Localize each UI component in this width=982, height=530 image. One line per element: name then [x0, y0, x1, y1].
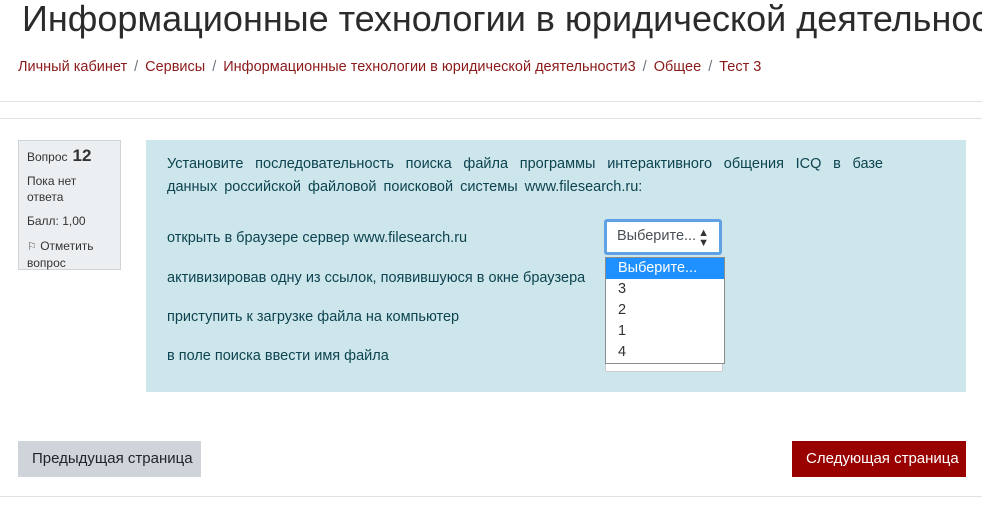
next-page-button[interactable]: Следующая страница: [792, 441, 966, 477]
dropdown-option[interactable]: 1: [606, 321, 724, 342]
dropdown-option[interactable]: 3: [606, 279, 724, 300]
order-select-dropdown: Выберите... 3 2 1 4: [605, 257, 725, 364]
question-content: Установите последовательность поиска фай…: [146, 140, 966, 392]
order-select[interactable]: Выберите... ▲ ▼: [604, 219, 722, 255]
breadcrumb-separator: /: [134, 59, 139, 75]
breadcrumb-item-course[interactable]: Информационные технологии в юридической …: [223, 59, 635, 75]
page-title: Информационные технологии в юридической …: [22, 0, 982, 39]
breadcrumb-separator: /: [212, 59, 217, 75]
breadcrumb-separator: /: [708, 59, 713, 75]
question-text: Установите последовательность поиска фай…: [167, 156, 883, 195]
dropdown-option[interactable]: 2: [606, 300, 724, 321]
dropdown-option[interactable]: 4: [606, 342, 724, 363]
divider: [0, 101, 982, 102]
ordering-statement: приступить к загрузке файла на компьютер: [167, 309, 460, 325]
breadcrumb-item-test[interactable]: Тест 3: [719, 59, 761, 75]
question-info-panel: Вопрос 12 Пока нет ответа Балл: 1,00 ⚐ О…: [18, 140, 121, 270]
question-label: Вопрос: [27, 150, 68, 164]
breadcrumb: Личный кабинет / Сервисы / Информационные те…: [18, 57, 761, 77]
question-grade: Балл: 1,00: [27, 214, 86, 228]
flag-question-button[interactable]: ⚐ Отметить вопрос: [27, 238, 112, 271]
ordering-statement: активизировав одну из ссылок, появившуюс…: [167, 270, 586, 286]
breadcrumb-item-general[interactable]: Общее: [654, 59, 701, 75]
breadcrumb-separator: /: [642, 59, 647, 75]
divider: [0, 118, 982, 119]
dropdown-option[interactable]: Выберите...: [606, 258, 724, 279]
order-select-value: Выберите...: [617, 228, 697, 244]
divider: [0, 496, 982, 497]
sort-arrows-icon: ▲ ▼: [698, 227, 709, 249]
ordering-statement: открыть в браузере сервер www.filesearch…: [167, 230, 468, 246]
question-number-value: 12: [72, 146, 92, 165]
question-status: Пока нет ответа: [27, 174, 77, 204]
question-number: Вопрос 12: [27, 146, 112, 165]
order-select-obscured[interactable]: [605, 364, 723, 372]
ordering-statement: в поле поиска ввести имя файла: [167, 348, 389, 364]
flag-question-label: Отметить вопрос: [27, 239, 94, 270]
flag-icon: ⚐: [27, 241, 37, 253]
breadcrumb-item-dashboard[interactable]: Личный кабинет: [18, 59, 127, 75]
previous-page-button[interactable]: Предыдущая страница: [18, 441, 201, 477]
breadcrumb-item-services[interactable]: Сервисы: [145, 59, 205, 75]
